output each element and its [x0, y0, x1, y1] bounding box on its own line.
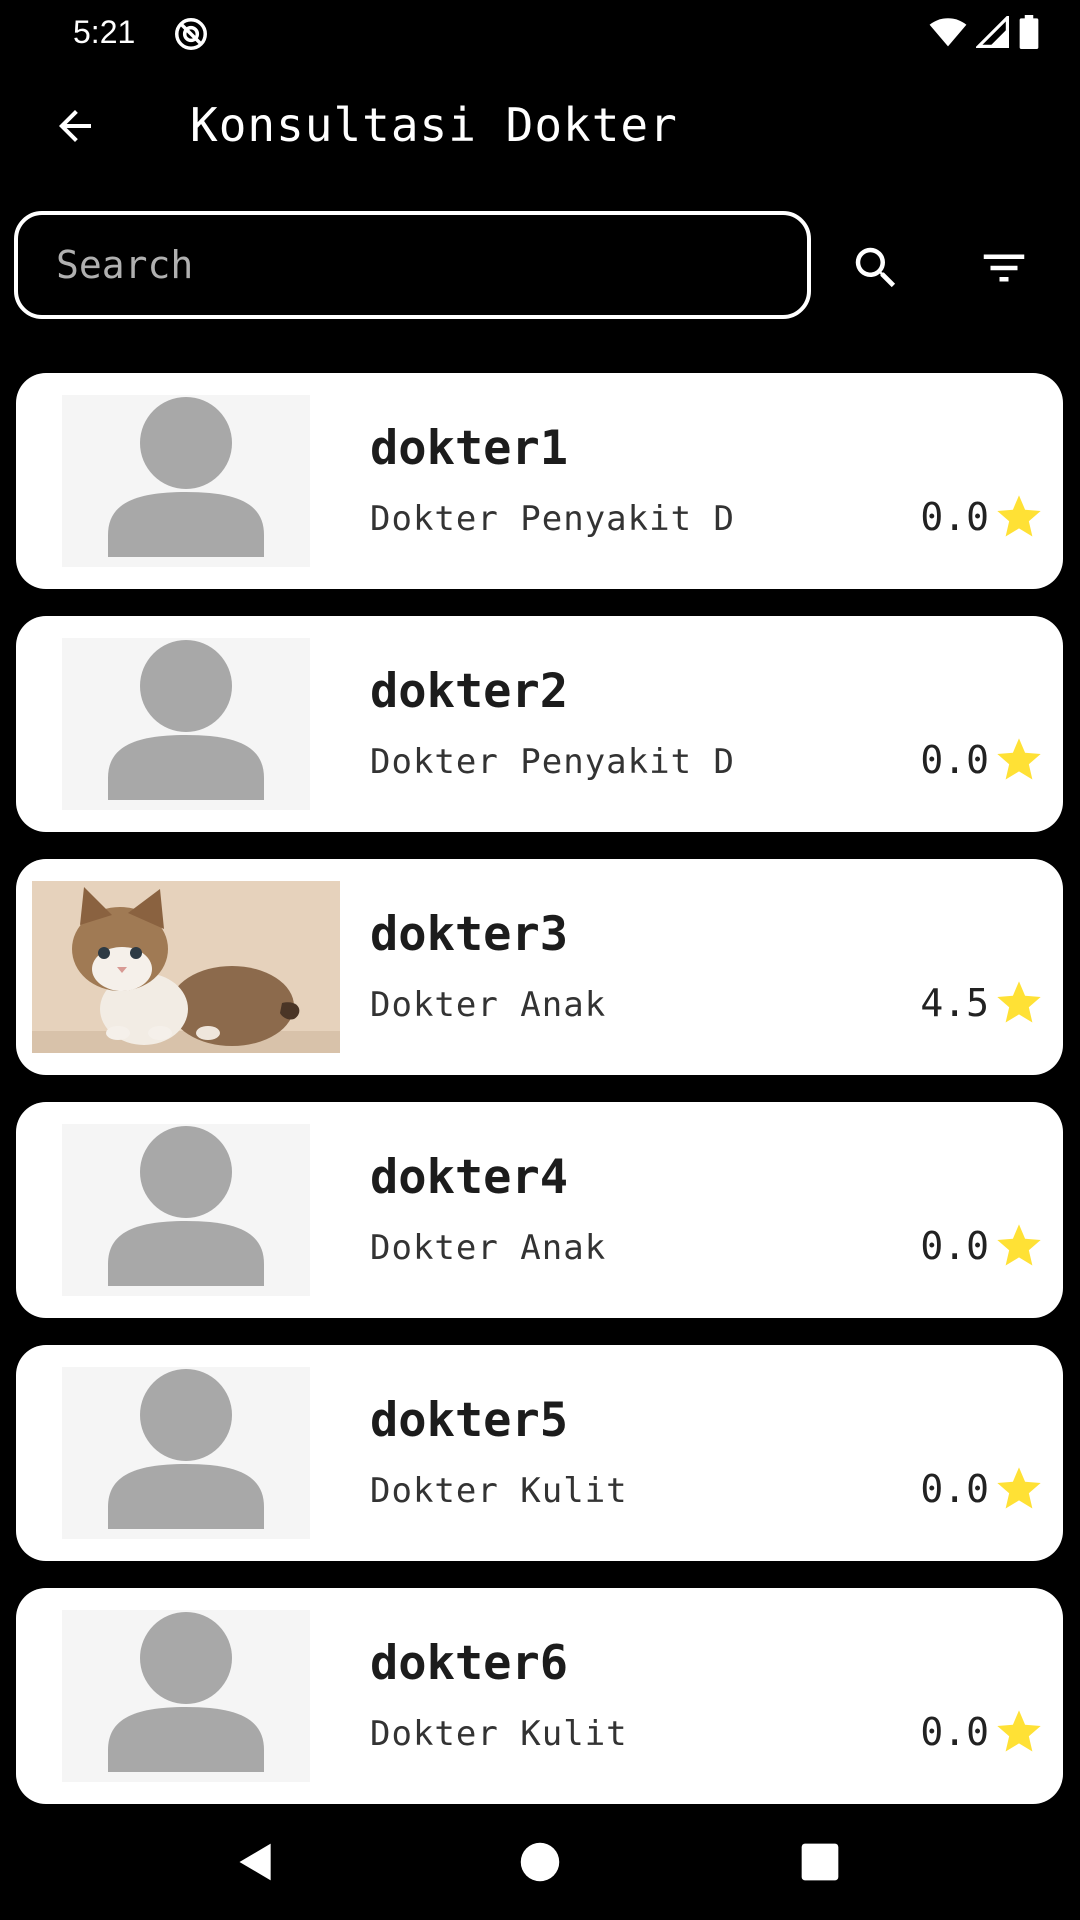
system-nav-bar	[0, 1800, 1080, 1920]
rating-value: 0.0	[920, 1467, 989, 1511]
back-button[interactable]	[40, 94, 110, 158]
avatar	[62, 395, 310, 567]
filter-button[interactable]	[974, 238, 1034, 298]
rating-value: 0.0	[920, 738, 989, 782]
nav-home-icon	[520, 1842, 560, 1882]
avatar	[62, 638, 310, 810]
page-title: Konsultasi Dokter	[190, 98, 678, 152]
search-field[interactable]	[14, 211, 811, 319]
doctor-name: dokter6	[370, 1636, 569, 1691]
cellular-signal-icon	[976, 16, 1009, 48]
avatar	[62, 1124, 310, 1296]
doctor-specialty: Dokter Penyakit D	[370, 742, 735, 782]
doctor-name: dokter3	[370, 907, 569, 962]
rating-value: 4.5	[920, 981, 989, 1025]
doctor-card[interactable]: dokter2 Dokter Penyakit D 0.0	[16, 616, 1063, 832]
star-icon	[997, 1710, 1041, 1752]
arrow-back-icon	[59, 110, 91, 142]
wifi-icon	[929, 18, 967, 47]
status-bar: 5:21	[0, 0, 1080, 64]
doctor-card[interactable]: dokter5 Dokter Kulit 0.0	[16, 1345, 1063, 1561]
person-placeholder-icon	[108, 1612, 264, 1772]
avatar	[62, 1367, 310, 1539]
nav-back-button[interactable]	[226, 1832, 286, 1892]
doctor-card[interactable]: dokter6 Dokter Kulit 0.0	[16, 1588, 1063, 1804]
battery-icon	[1019, 15, 1039, 49]
nav-recents-button[interactable]	[790, 1832, 850, 1892]
star-icon	[997, 1467, 1041, 1509]
search-input[interactable]	[54, 242, 778, 288]
doctor-specialty: Dokter Kulit	[370, 1471, 628, 1511]
kitten-photo	[32, 881, 340, 1053]
doctor-name: dokter1	[370, 421, 569, 476]
star-icon	[997, 738, 1041, 780]
star-icon	[997, 1224, 1041, 1266]
status-time: 5:21	[73, 14, 136, 50]
rating: 0.0	[920, 491, 1045, 543]
rating: 0.0	[920, 734, 1045, 786]
doctor-card[interactable]: dokter3 Dokter Anak 4.5	[16, 859, 1063, 1075]
person-placeholder-icon	[108, 397, 264, 557]
avatar	[32, 881, 340, 1053]
doctor-name: dokter2	[370, 664, 569, 719]
person-placeholder-icon	[108, 640, 264, 800]
star-icon	[997, 981, 1041, 1023]
rating: 0.0	[920, 1706, 1045, 1758]
do-not-disturb-icon	[175, 18, 207, 50]
doctor-specialty: Dokter Penyakit D	[370, 499, 735, 539]
rating-value: 0.0	[920, 1710, 989, 1754]
rating: 0.0	[920, 1220, 1045, 1272]
doctor-specialty: Dokter Anak	[370, 985, 607, 1025]
search-icon	[855, 247, 896, 288]
nav-recents-icon	[801, 1843, 839, 1881]
rating-value: 0.0	[920, 1224, 989, 1268]
nav-home-button[interactable]	[510, 1832, 570, 1892]
person-placeholder-icon	[108, 1126, 264, 1286]
doctor-list: dokter1 Dokter Penyakit D 0.0 dokter2 Do…	[16, 373, 1064, 1831]
doctor-specialty: Dokter Kulit	[370, 1714, 628, 1754]
doctor-name: dokter4	[370, 1150, 569, 1205]
app-bar: Konsultasi Dokter	[0, 64, 1080, 186]
rating: 0.0	[920, 1463, 1045, 1515]
status-icons	[928, 14, 1040, 50]
star-icon	[997, 495, 1041, 537]
search-button[interactable]	[846, 238, 906, 298]
filter-icon	[983, 254, 1025, 282]
doctor-name: dokter5	[370, 1393, 569, 1448]
doctor-specialty: Dokter Anak	[370, 1228, 607, 1268]
avatar	[62, 1610, 310, 1782]
rating: 4.5	[920, 977, 1045, 1029]
rating-value: 0.0	[920, 495, 989, 539]
doctor-card[interactable]: dokter4 Dokter Anak 0.0	[16, 1102, 1063, 1318]
nav-back-icon	[239, 1843, 271, 1881]
person-placeholder-icon	[108, 1369, 264, 1529]
doctor-card[interactable]: dokter1 Dokter Penyakit D 0.0	[16, 373, 1063, 589]
